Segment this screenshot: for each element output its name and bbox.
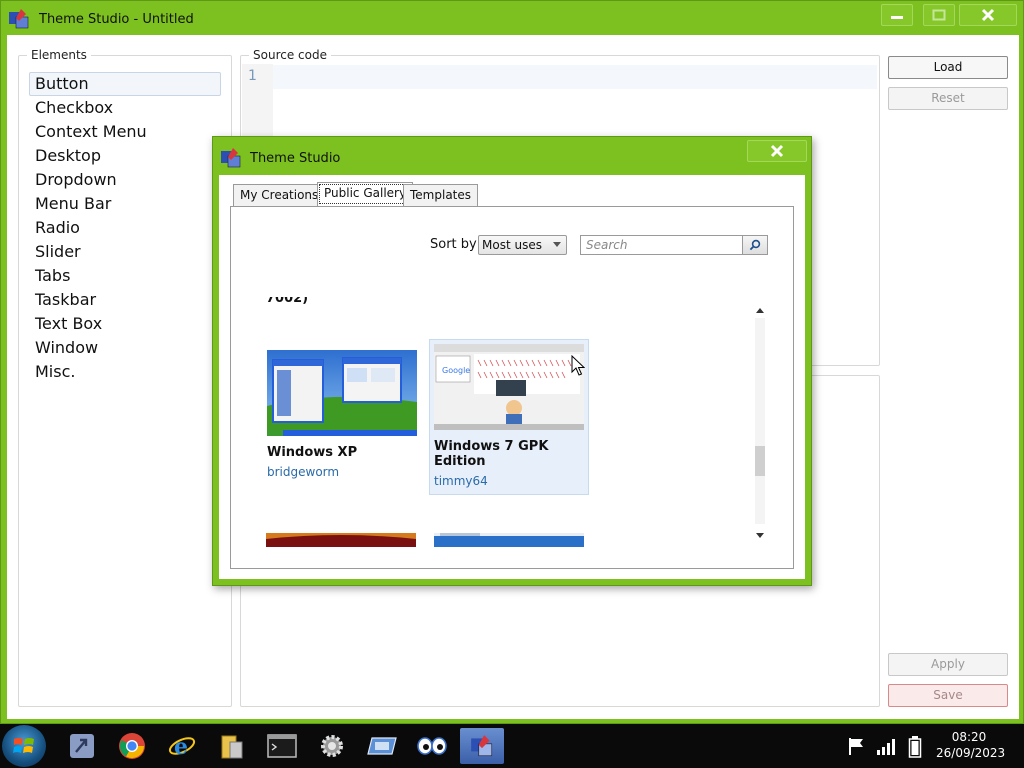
chevron-down-icon [553, 242, 561, 247]
line-number: 1 [248, 68, 257, 84]
search-input[interactable] [580, 235, 743, 255]
maximize-button[interactable] [923, 4, 955, 26]
windows-7-gpk-thumbnail: Google [434, 344, 584, 430]
gallery-scrollbar[interactable] [753, 302, 767, 542]
element-item-desktop[interactable]: Desktop [29, 144, 221, 168]
tray-flag[interactable] [846, 736, 866, 756]
dialog-title: Theme Studio [250, 151, 341, 166]
taskbar-chrome[interactable] [110, 728, 154, 764]
apply-button[interactable]: Apply [888, 653, 1008, 676]
taskbar-eyes[interactable] [410, 728, 454, 764]
element-item-window[interactable]: Window [29, 336, 221, 360]
close-icon [770, 144, 784, 158]
clock-date: 26/09/2023 [936, 746, 1006, 760]
launcher-icon [70, 734, 94, 758]
element-item-misc[interactable]: Misc. [29, 360, 221, 384]
sort-dropdown[interactable]: Most uses [478, 235, 567, 255]
dialog-client-area: My Creations Public Gallery Templates So… [219, 175, 805, 579]
taskbar-launcher[interactable] [60, 728, 104, 764]
svg-text:e: e [174, 734, 188, 760]
element-item-button[interactable]: Button [29, 72, 221, 96]
element-item-radio[interactable]: Radio [29, 216, 221, 240]
terminal-icon [267, 734, 297, 758]
maximize-icon [932, 9, 946, 21]
gallery-card-title: Windows XP [267, 445, 358, 460]
start-orb-icon [13, 738, 34, 753]
element-item-taskbar[interactable]: Taskbar [29, 288, 221, 312]
clock-time: 08:20 [951, 730, 987, 744]
taskbar-internet-explorer[interactable]: e [160, 728, 204, 764]
gallery-thumbnail-partial[interactable] [434, 533, 584, 547]
taskbar-terminal[interactable] [260, 728, 304, 764]
element-item-dropdown[interactable]: Dropdown [29, 168, 221, 192]
sort-label: Sort by [430, 237, 477, 252]
file-manager-icon [221, 735, 243, 759]
search-button[interactable] [742, 235, 768, 255]
close-icon [981, 8, 995, 22]
window-title: Theme Studio - Untitled [39, 12, 194, 27]
title-bar[interactable]: Theme Studio - Untitled [1, 1, 1023, 35]
tab-public-gallery[interactable]: Public Gallery [317, 182, 414, 206]
gallery-card-author[interactable]: timmy64 [434, 474, 488, 488]
gallery-card-author[interactable]: bridgeworm [267, 465, 339, 479]
sort-value: Most uses [482, 238, 542, 252]
start-button[interactable] [2, 725, 46, 767]
theme-studio-icon [221, 148, 241, 168]
theme-studio-dialog: Theme Studio My Creations Public Gallery… [212, 136, 812, 586]
close-button[interactable] [959, 4, 1017, 26]
minimize-icon [891, 16, 903, 19]
theme-studio-icon [9, 9, 29, 29]
signal-icon [877, 739, 895, 755]
scrollbar-track[interactable] [755, 318, 765, 524]
scroll-up-icon[interactable] [756, 308, 764, 313]
scroll-down-icon[interactable] [756, 533, 764, 538]
reset-button[interactable]: Reset [888, 87, 1008, 110]
element-item-tabs[interactable]: Tabs [29, 264, 221, 288]
mouse-cursor-icon [571, 355, 585, 376]
windows-xp-thumbnail [267, 350, 417, 436]
source-code-legend: Source code [249, 48, 331, 62]
elements-list: Button Checkbox Context Menu Desktop Dro… [29, 72, 221, 384]
public-gallery-panel: Sort by Most uses 7002) [230, 206, 794, 569]
tray-signal[interactable] [876, 736, 898, 756]
battery-icon [908, 736, 922, 758]
tab-my-creations[interactable]: My Creations [233, 184, 326, 206]
search-icon [749, 239, 761, 251]
scrollbar-thumb[interactable] [755, 446, 765, 476]
gallery-thumbnail-partial[interactable] [266, 533, 416, 547]
tray-battery[interactable] [908, 736, 922, 758]
load-button[interactable]: Load [888, 56, 1008, 79]
cut-off-theme-name: 7002) [266, 297, 309, 306]
element-item-slider[interactable]: Slider [29, 240, 221, 264]
flag-icon [849, 738, 863, 755]
element-item-checkbox[interactable]: Checkbox [29, 96, 221, 120]
taskbar-clock[interactable]: 08:20 26/09/2023 [936, 729, 1006, 761]
taskbar-window-manager[interactable] [360, 728, 404, 764]
gallery-list: 7002) Windows XP bridgeworm Google Windo… [261, 297, 773, 547]
gallery-card-windows-xp[interactable]: Windows XP bridgeworm [262, 345, 422, 501]
taskbar-file-manager[interactable] [210, 728, 254, 764]
minimize-button[interactable] [881, 4, 913, 26]
elements-group: Elements Button Checkbox Context Menu De… [18, 48, 232, 707]
taskbar-settings[interactable] [310, 728, 354, 764]
dialog-close-button[interactable] [747, 140, 807, 162]
svg-text:Google: Google [442, 366, 470, 375]
element-item-text-box[interactable]: Text Box [29, 312, 221, 336]
save-button[interactable]: Save [888, 684, 1008, 707]
taskbar: e 08:20 26/09/2023 [0, 724, 1024, 768]
chrome-icon [119, 733, 145, 759]
gallery-card-title: Windows 7 GPK Edition [434, 439, 549, 469]
code-editor[interactable] [273, 65, 877, 89]
element-item-context-menu[interactable]: Context Menu [29, 120, 221, 144]
gallery-card-windows-7-gpk[interactable]: Google Windows 7 GPK Edition timmy64 [429, 339, 589, 495]
element-item-menu-bar[interactable]: Menu Bar [29, 192, 221, 216]
taskbar-theme-studio[interactable] [460, 728, 504, 764]
tab-templates[interactable]: Templates [403, 184, 479, 206]
elements-legend: Elements [27, 48, 91, 62]
settings-gear-icon [321, 735, 343, 757]
eyes-icon [417, 737, 447, 755]
window-manager-icon [367, 737, 397, 755]
theme-studio-icon [471, 735, 493, 757]
internet-explorer-icon: e [168, 734, 196, 760]
